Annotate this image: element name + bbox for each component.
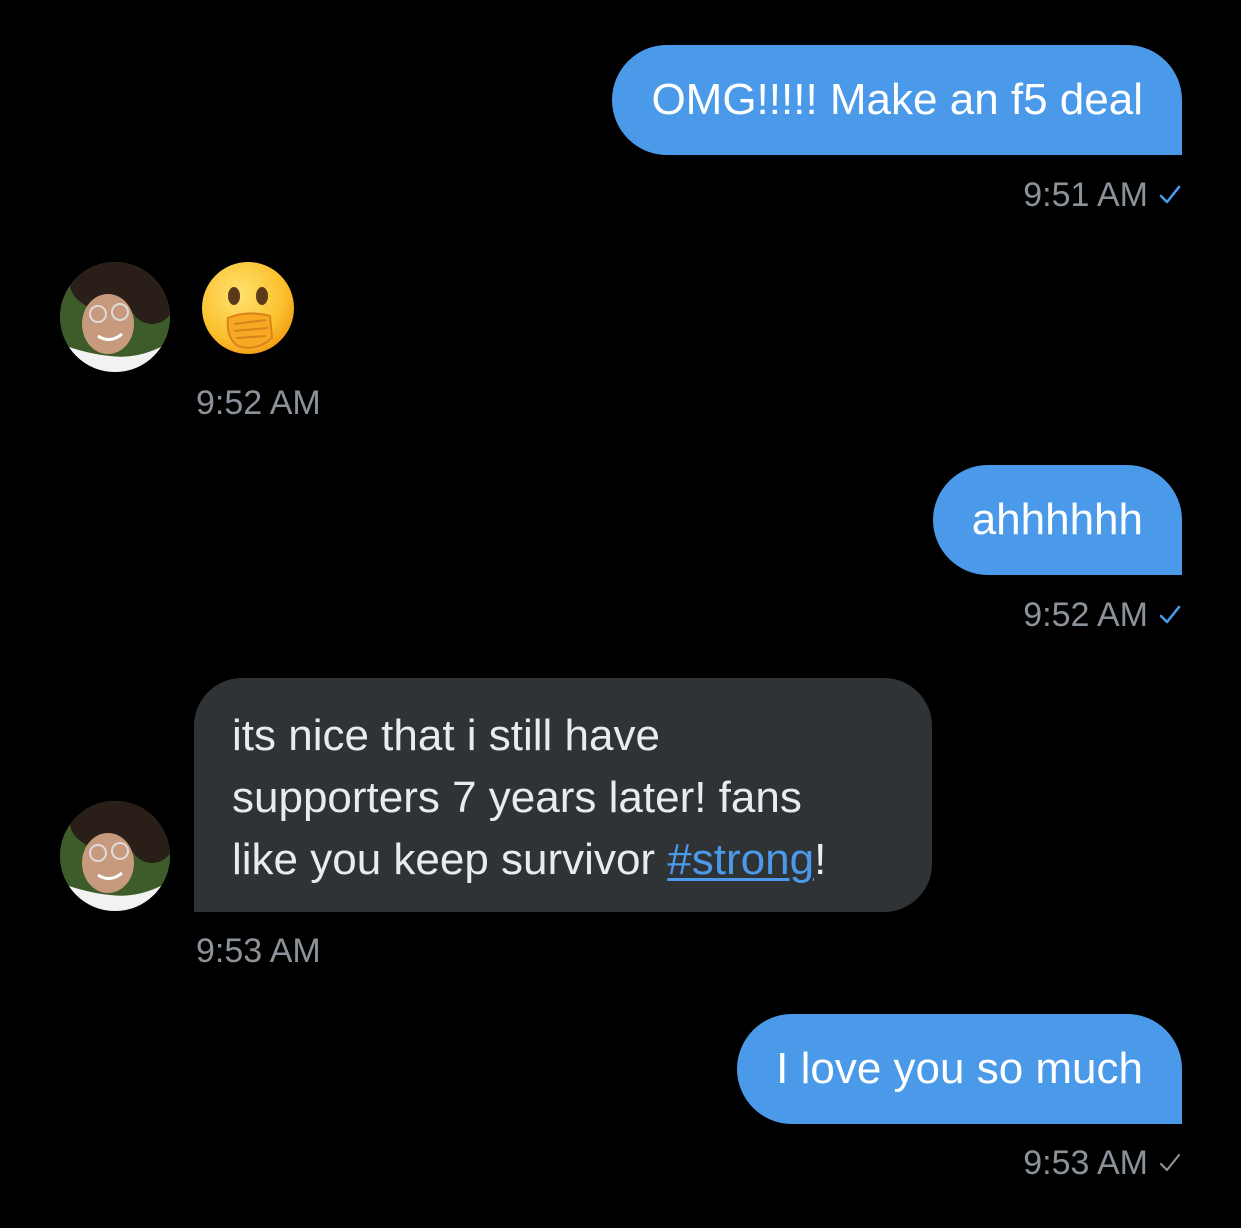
message-line: like you keep survivor #strong!: [232, 829, 894, 891]
message-text: ahhhhhh: [971, 495, 1143, 544]
message-line: supporters 7 years later! fans: [232, 773, 802, 822]
avatar[interactable]: [60, 262, 170, 372]
timestamp-text: 9:51 AM: [1023, 176, 1148, 214]
timestamp-text: 9:52 AM: [1023, 596, 1148, 634]
outgoing-message-bubble[interactable]: ahhhhhh: [932, 465, 1182, 575]
outgoing-message-bubble[interactable]: OMG!!!!! Make an f5 deal: [612, 45, 1182, 155]
face-with-hand-over-mouth-emoji[interactable]: [198, 258, 298, 358]
message-timestamp: 9:53 AM: [1023, 1143, 1182, 1183]
hashtag-link[interactable]: #strong: [667, 835, 814, 884]
message-text: OMG!!!!! Make an f5 deal: [651, 75, 1143, 124]
incoming-message-bubble[interactable]: its nice that i still have supporters 7 …: [194, 678, 932, 912]
read-checkmark-icon: [1158, 603, 1182, 627]
read-checkmark-icon: [1158, 183, 1182, 207]
message-text: I love you so much: [776, 1044, 1143, 1093]
message-timestamp: 9:51 AM: [1023, 175, 1182, 215]
outgoing-message-bubble[interactable]: I love you so much: [737, 1014, 1182, 1124]
message-timestamp: 9:53 AM: [196, 932, 321, 970]
message-timestamp: 9:52 AM: [196, 384, 321, 422]
message-line-text: like you keep survivor: [232, 835, 668, 884]
message-trailing-text: !: [814, 835, 827, 884]
avatar[interactable]: [60, 801, 170, 911]
message-line: its nice that i still have: [232, 711, 660, 760]
message-timestamp: 9:52 AM: [1023, 595, 1182, 635]
sent-checkmark-icon: [1158, 1151, 1182, 1175]
timestamp-text: 9:53 AM: [1023, 1144, 1148, 1182]
